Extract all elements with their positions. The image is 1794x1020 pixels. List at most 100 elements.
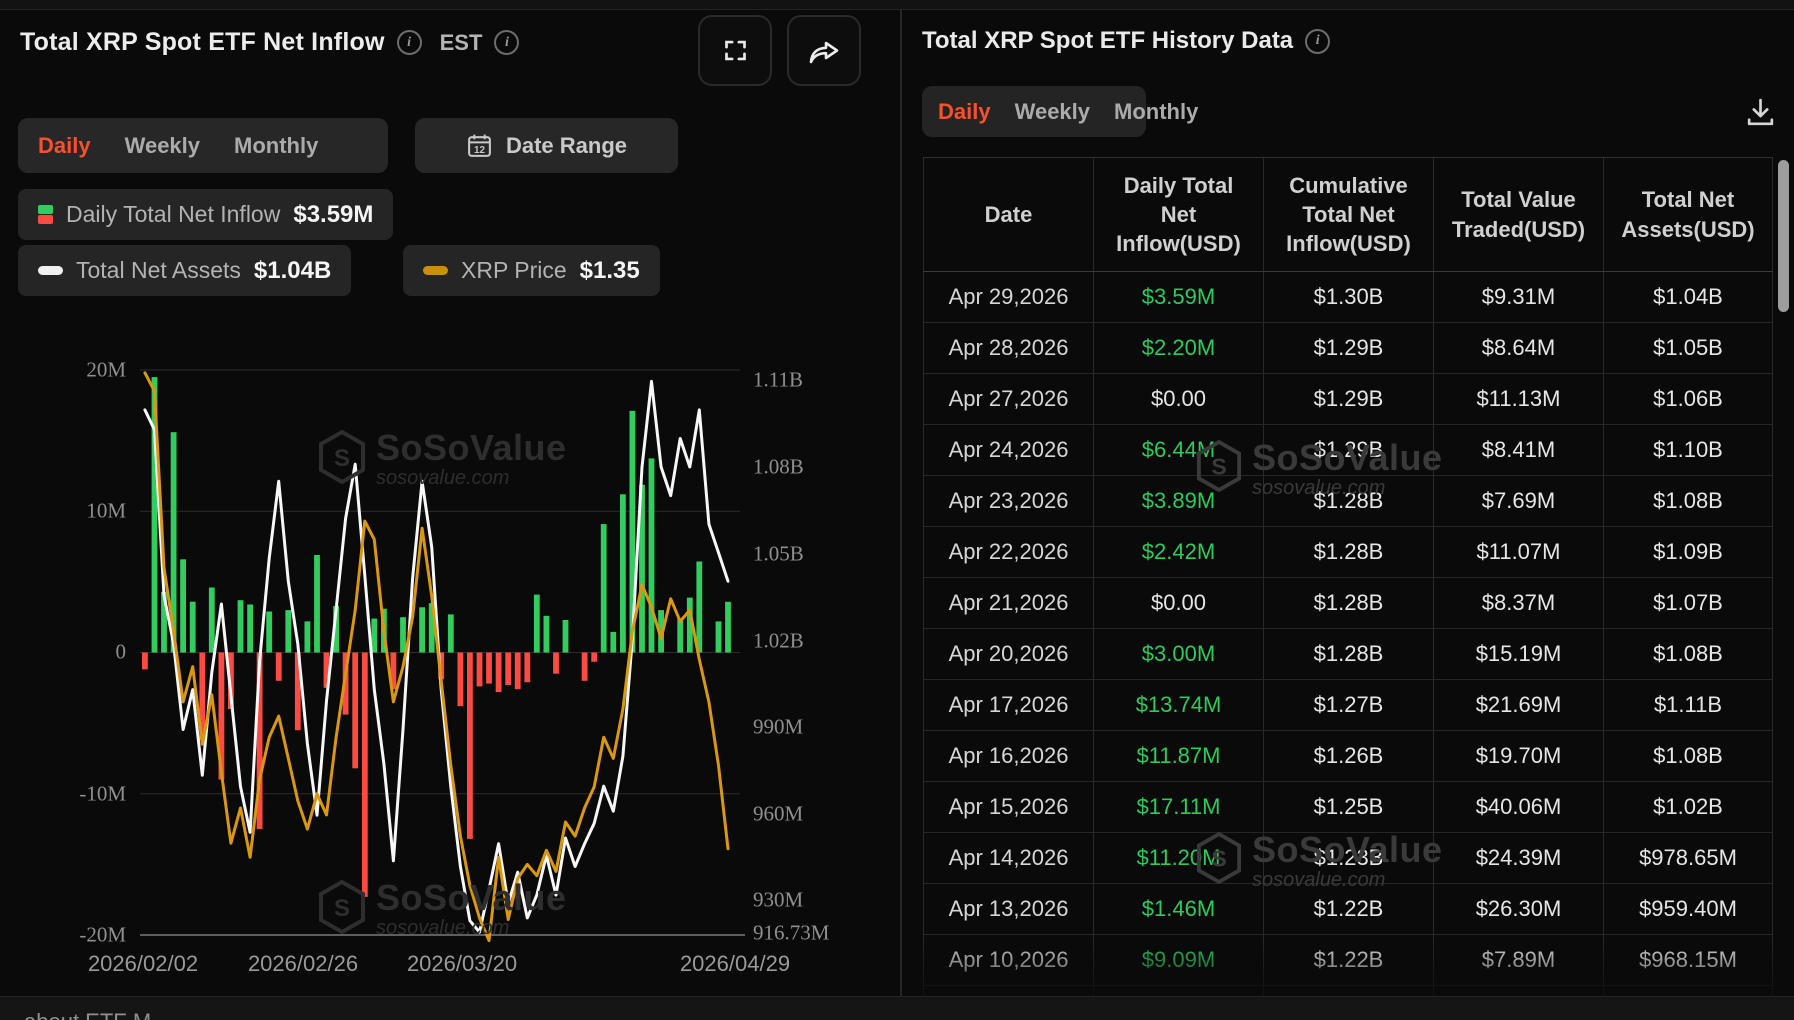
table-cell-assets: $968.15M — [1603, 935, 1773, 985]
table-row[interactable]: Apr 15,2026$17.11M$1.25B$40.06M$1.02B — [923, 782, 1773, 833]
legend-chip-net-assets[interactable]: Total Net Assets $1.04B — [18, 245, 351, 296]
right-axis-tick-label: 916.73M — [753, 921, 829, 946]
table-cell-assets: $1.07B — [1603, 578, 1773, 628]
inflow-bar — [419, 607, 425, 652]
table-cell-traded: $24.39M — [1433, 833, 1603, 883]
inflow-bar — [725, 602, 731, 653]
table-cell-date: Apr 20,2026 — [923, 629, 1093, 679]
timezone-info-icon[interactable]: i — [494, 30, 519, 55]
table-cell-assets: $1.06B — [1603, 374, 1773, 424]
table-row[interactable]: Apr 16,2026$11.87M$1.26B$19.70M$1.08B — [923, 731, 1773, 782]
table-cell-traded: $15.19M — [1433, 629, 1603, 679]
tab-weekly[interactable]: Weekly — [125, 133, 200, 159]
table-cell-inflow: $11.20M — [1093, 833, 1263, 883]
table-cell-date: Apr 10,2026 — [923, 935, 1093, 985]
right-axis-tick-label: 960M — [753, 802, 803, 827]
inflow-bar — [448, 614, 454, 652]
table-cell-date: Apr 17,2026 — [923, 680, 1093, 730]
table-row[interactable]: Apr 17,2026$13.74M$1.27B$21.69M$1.11B — [923, 680, 1773, 731]
table-cell-traded: $26.30M — [1433, 884, 1603, 934]
date-range-button[interactable]: 12 Date Range — [415, 118, 678, 173]
table-cell-assets: $1.09B — [1603, 527, 1773, 577]
table-header-cell: Cumulative Total Net Inflow(USD) — [1263, 158, 1433, 271]
table-cell-date: Apr 15,2026 — [923, 782, 1093, 832]
timezone-label: EST — [440, 30, 483, 56]
table-cell-date: Apr 24,2026 — [923, 425, 1093, 475]
inflow-bar — [477, 653, 483, 687]
left-axis-tick-label: 10M — [40, 499, 126, 524]
table-cell-cumulative: $1.26B — [1263, 731, 1433, 781]
history-info-icon[interactable]: i — [1305, 29, 1330, 54]
calendar-icon: 12 — [466, 132, 493, 159]
table-cell-cumulative: $1.23B — [1263, 833, 1433, 883]
tab-weekly[interactable]: Weekly — [1015, 99, 1090, 125]
tab-monthly[interactable]: Monthly — [234, 133, 318, 159]
left-axis-tick-label: -10M — [40, 782, 126, 807]
table-row[interactable]: Apr 13,2026$1.46M$1.22B$26.30M$959.40M — [923, 884, 1773, 935]
table-scrollbar[interactable] — [1778, 160, 1789, 312]
left-axis-tick-label: 0 — [40, 640, 126, 665]
table-row[interactable]: Apr 27,2026$0.00$1.29B$11.13M$1.06B — [923, 374, 1773, 425]
download-button[interactable] — [1740, 92, 1780, 132]
table-cell-assets: $978.65M — [1603, 833, 1773, 883]
table-cell-cumulative: $1.29B — [1263, 374, 1433, 424]
table-row[interactable]: Apr 29,2026$3.59M$1.30B$9.31M$1.04B — [923, 272, 1773, 323]
legend-value: $1.04B — [254, 257, 331, 285]
inflow-bar — [209, 588, 215, 653]
table-row[interactable]: Apr 10,2026$9.09M$1.22B$7.89M$968.15M — [923, 935, 1773, 986]
table-row[interactable]: Apr 24,2026$6.44M$1.29B$8.41M$1.10B — [923, 425, 1773, 476]
table-cell-cumulative: $1.28B — [1263, 527, 1433, 577]
right-axis-tick-label: 1.08B — [753, 455, 804, 480]
table-cell-inflow: $17.11M — [1093, 782, 1263, 832]
table-cell-traded: $19.70M — [1433, 731, 1603, 781]
tab-daily[interactable]: Daily — [938, 99, 991, 125]
inflow-bar — [276, 653, 282, 681]
inflow-bar — [266, 612, 272, 653]
legend-chip-xrp-price[interactable]: XRP Price $1.35 — [403, 245, 660, 296]
table-cell-cumulative: $1.25B — [1263, 782, 1433, 832]
price-legend-icon — [423, 266, 448, 275]
right-axis-tick-label: 930M — [753, 888, 803, 913]
left-axis-tick-label: 20M — [40, 358, 126, 383]
inflow-bar — [544, 616, 550, 653]
table-cell-inflow: $3.59M — [1093, 272, 1263, 322]
inflow-bar — [190, 602, 196, 653]
inflow-bar — [591, 653, 597, 662]
share-button[interactable] — [787, 15, 861, 86]
inflow-bar — [505, 653, 511, 686]
inflow-bar — [524, 653, 530, 683]
table-row[interactable]: Apr 23,2026$3.89M$1.28B$7.69M$1.08B — [923, 476, 1773, 527]
table-cell-cumulative: $1.29B — [1263, 425, 1433, 475]
share-icon — [807, 36, 841, 66]
table-cell-cumulative: $1.28B — [1263, 578, 1433, 628]
inflow-bar — [649, 458, 655, 652]
table-cell-inflow: $0.00 — [1093, 578, 1263, 628]
inflow-chart-plot[interactable] — [140, 370, 740, 935]
inflow-legend-icon — [38, 205, 53, 224]
inflow-bar — [515, 653, 521, 690]
tab-daily[interactable]: Daily — [38, 133, 91, 159]
table-row[interactable]: Apr 28,2026$2.20M$1.29B$8.64M$1.05B — [923, 323, 1773, 374]
right-axis-tick-label: 1.11B — [753, 368, 803, 393]
table-cell-traded: $8.37M — [1433, 578, 1603, 628]
legend-label: Daily Total Net Inflow — [66, 201, 280, 228]
tab-monthly[interactable]: Monthly — [1114, 99, 1198, 125]
inflow-bar — [677, 618, 683, 652]
table-body: Apr 29,2026$3.59M$1.30B$9.31M$1.04BApr 2… — [923, 272, 1773, 1020]
table-cell-date: Apr 13,2026 — [923, 884, 1093, 934]
table-row[interactable]: Apr 20,2026$3.00M$1.28B$15.19M$1.08B — [923, 629, 1773, 680]
table-cell-date: Apr 21,2026 — [923, 578, 1093, 628]
legend-chip-daily-inflow[interactable]: Daily Total Net Inflow $3.59M — [18, 189, 393, 240]
inflow-bar — [314, 555, 320, 653]
title-info-icon[interactable]: i — [397, 30, 422, 55]
fullscreen-button[interactable] — [698, 15, 772, 86]
x-axis-tick-label: 2026/04/29 — [680, 951, 790, 977]
table-row[interactable]: Apr 21,2026$0.00$1.28B$8.37M$1.07B — [923, 578, 1773, 629]
table-cell-assets: $1.10B — [1603, 425, 1773, 475]
table-header-cell: Date — [923, 158, 1093, 271]
table-row[interactable]: Apr 22,2026$2.42M$1.28B$11.07M$1.09B — [923, 527, 1773, 578]
table-cell-cumulative: $1.28B — [1263, 476, 1433, 526]
table-cell-inflow: $13.74M — [1093, 680, 1263, 730]
table-cell-traded: $11.07M — [1433, 527, 1603, 577]
table-row[interactable]: Apr 14,2026$11.20M$1.23B$24.39M$978.65M — [923, 833, 1773, 884]
